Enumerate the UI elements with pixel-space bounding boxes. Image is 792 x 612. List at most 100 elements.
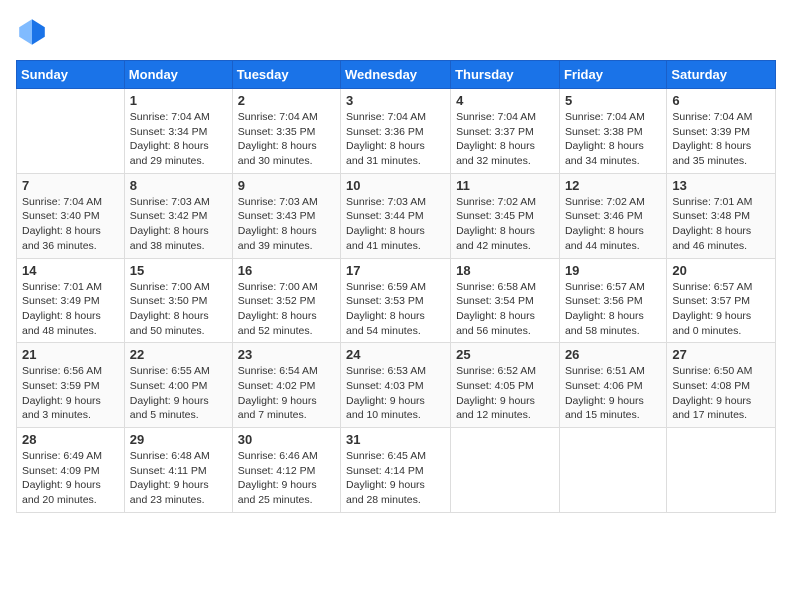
calendar-week-row: 1Sunrise: 7:04 AMSunset: 3:34 PMDaylight… <box>17 89 776 174</box>
weekday-header: Tuesday <box>232 61 340 89</box>
calendar-cell: 17 Sunrise: 6:59 AMSunset: 3:53 PMDayligh… <box>341 258 451 343</box>
day-number: 21 <box>22 347 119 362</box>
day-info: Sunrise: 7:00 AMSunset: 3:52 PMDaylight:… <box>238 280 335 339</box>
calendar-cell: 24 Sunrise: 6:53 AMSunset: 4:03 PMDayligh… <box>341 343 451 428</box>
calendar-header-row: SundayMondayTuesdayWednesdayThursdayFrid… <box>17 61 776 89</box>
calendar-cell: 11 Sunrise: 7:02 AMSunset: 3:45 PMDayligh… <box>451 173 560 258</box>
day-number: 13 <box>672 178 770 193</box>
day-number: 18 <box>456 263 554 278</box>
day-info: Sunrise: 6:55 AMSunset: 4:00 PMDaylight:… <box>130 364 227 423</box>
day-info: Sunrise: 6:54 AMSunset: 4:02 PMDaylight:… <box>238 364 335 423</box>
weekday-header: Thursday <box>451 61 560 89</box>
calendar-cell: 9 Sunrise: 7:03 AMSunset: 3:43 PMDaylight… <box>232 173 340 258</box>
calendar-cell: 4 Sunrise: 7:04 AMSunset: 3:37 PMDaylight… <box>451 89 560 174</box>
day-info: Sunrise: 7:00 AMSunset: 3:50 PMDaylight:… <box>130 280 227 339</box>
day-number: 24 <box>346 347 445 362</box>
day-info: Sunrise: 6:58 AMSunset: 3:54 PMDaylight:… <box>456 280 554 339</box>
day-info: Sunrise: 6:59 AMSunset: 3:53 PMDaylight:… <box>346 280 445 339</box>
calendar-cell: 29Sunrise: 6:48 AMSunset: 4:11 PMDayligh… <box>124 428 232 513</box>
calendar-cell <box>451 428 560 513</box>
calendar-cell <box>667 428 776 513</box>
calendar-cell: 23 Sunrise: 6:54 AMSunset: 4:02 PMDayligh… <box>232 343 340 428</box>
day-info: Sunrise: 7:03 AMSunset: 3:43 PMDaylight:… <box>238 195 335 254</box>
calendar-cell: 14 Sunrise: 7:01 AMSunset: 3:49 PMDayligh… <box>17 258 125 343</box>
day-info: Sunrise: 7:04 AMSunset: 3:40 PMDaylight:… <box>22 195 119 254</box>
calendar-cell <box>559 428 666 513</box>
day-number: 7 <box>22 178 119 193</box>
day-info: Sunrise: 7:01 AMSunset: 3:49 PMDaylight:… <box>22 280 119 339</box>
calendar-cell: 25Sunrise: 6:52 AMSunset: 4:05 PMDayligh… <box>451 343 560 428</box>
weekday-header: Saturday <box>667 61 776 89</box>
calendar-cell: 28Sunrise: 6:49 AMSunset: 4:09 PMDayligh… <box>17 428 125 513</box>
calendar-cell: 18 Sunrise: 6:58 AMSunset: 3:54 PMDayligh… <box>451 258 560 343</box>
page-header <box>16 16 776 48</box>
day-number: 1 <box>130 93 227 108</box>
day-number: 11 <box>456 178 554 193</box>
day-info: Sunrise: 7:01 AMSunset: 3:48 PMDaylight:… <box>672 195 770 254</box>
day-number: 9 <box>238 178 335 193</box>
day-info: Sunrise: 6:48 AMSunset: 4:11 PMDaylight:… <box>130 449 227 508</box>
day-info: Sunrise: 7:03 AMSunset: 3:44 PMDaylight:… <box>346 195 445 254</box>
day-info: Sunrise: 6:57 AMSunset: 3:56 PMDaylight:… <box>565 280 661 339</box>
calendar-cell: 19Sunrise: 6:57 AMSunset: 3:56 PMDayligh… <box>559 258 666 343</box>
day-info: Sunrise: 6:53 AMSunset: 4:03 PMDaylight:… <box>346 364 445 423</box>
day-number: 6 <box>672 93 770 108</box>
day-number: 17 <box>346 263 445 278</box>
calendar-cell: 22 Sunrise: 6:55 AMSunset: 4:00 PMDayligh… <box>124 343 232 428</box>
calendar-cell: 20 Sunrise: 6:57 AMSunset: 3:57 PMDayligh… <box>667 258 776 343</box>
day-info: Sunrise: 6:49 AMSunset: 4:09 PMDaylight:… <box>22 449 119 508</box>
day-number: 27 <box>672 347 770 362</box>
day-number: 16 <box>238 263 335 278</box>
calendar-cell: 26Sunrise: 6:51 AMSunset: 4:06 PMDayligh… <box>559 343 666 428</box>
weekday-header: Wednesday <box>341 61 451 89</box>
day-number: 20 <box>672 263 770 278</box>
calendar-cell: 31Sunrise: 6:45 AMSunset: 4:14 PMDayligh… <box>341 428 451 513</box>
calendar-cell: 1Sunrise: 7:04 AMSunset: 3:34 PMDaylight… <box>124 89 232 174</box>
calendar-cell: 21Sunrise: 6:56 AMSunset: 3:59 PMDayligh… <box>17 343 125 428</box>
day-number: 12 <box>565 178 661 193</box>
calendar-week-row: 21Sunrise: 6:56 AMSunset: 3:59 PMDayligh… <box>17 343 776 428</box>
day-number: 15 <box>130 263 227 278</box>
calendar-week-row: 14 Sunrise: 7:01 AMSunset: 3:49 PMDayligh… <box>17 258 776 343</box>
logo-icon <box>16 16 48 48</box>
day-number: 4 <box>456 93 554 108</box>
calendar-cell: 13 Sunrise: 7:01 AMSunset: 3:48 PMDayligh… <box>667 173 776 258</box>
day-info: Sunrise: 7:04 AMSunset: 3:35 PMDaylight:… <box>238 110 335 169</box>
calendar-cell: 27 Sunrise: 6:50 AMSunset: 4:08 PMDayligh… <box>667 343 776 428</box>
calendar-table: SundayMondayTuesdayWednesdayThursdayFrid… <box>16 60 776 513</box>
day-number: 22 <box>130 347 227 362</box>
day-number: 10 <box>346 178 445 193</box>
day-number: 3 <box>346 93 445 108</box>
day-info: Sunrise: 7:03 AMSunset: 3:42 PMDaylight:… <box>130 195 227 254</box>
calendar-week-row: 28Sunrise: 6:49 AMSunset: 4:09 PMDayligh… <box>17 428 776 513</box>
calendar-cell: 5 Sunrise: 7:04 AMSunset: 3:38 PMDaylight… <box>559 89 666 174</box>
day-info: Sunrise: 6:52 AMSunset: 4:05 PMDaylight:… <box>456 364 554 423</box>
day-number: 2 <box>238 93 335 108</box>
calendar-cell: 16 Sunrise: 7:00 AMSunset: 3:52 PMDayligh… <box>232 258 340 343</box>
calendar-cell: 15 Sunrise: 7:00 AMSunset: 3:50 PMDayligh… <box>124 258 232 343</box>
calendar-cell <box>17 89 125 174</box>
day-number: 14 <box>22 263 119 278</box>
calendar-cell: 2 Sunrise: 7:04 AMSunset: 3:35 PMDaylight… <box>232 89 340 174</box>
day-info: Sunrise: 7:02 AMSunset: 3:46 PMDaylight:… <box>565 195 661 254</box>
calendar-cell: 8 Sunrise: 7:03 AMSunset: 3:42 PMDaylight… <box>124 173 232 258</box>
day-info: Sunrise: 6:50 AMSunset: 4:08 PMDaylight:… <box>672 364 770 423</box>
day-info: Sunrise: 7:04 AMSunset: 3:39 PMDaylight:… <box>672 110 770 169</box>
day-info: Sunrise: 7:04 AMSunset: 3:38 PMDaylight:… <box>565 110 661 169</box>
calendar-week-row: 7 Sunrise: 7:04 AMSunset: 3:40 PMDaylight… <box>17 173 776 258</box>
day-number: 5 <box>565 93 661 108</box>
day-number: 31 <box>346 432 445 447</box>
day-number: 30 <box>238 432 335 447</box>
day-info: Sunrise: 7:04 AMSunset: 3:36 PMDaylight:… <box>346 110 445 169</box>
day-number: 23 <box>238 347 335 362</box>
day-number: 26 <box>565 347 661 362</box>
weekday-header: Sunday <box>17 61 125 89</box>
day-info: Sunrise: 6:57 AMSunset: 3:57 PMDaylight:… <box>672 280 770 339</box>
day-number: 8 <box>130 178 227 193</box>
calendar-cell: 3 Sunrise: 7:04 AMSunset: 3:36 PMDaylight… <box>341 89 451 174</box>
day-info: Sunrise: 7:02 AMSunset: 3:45 PMDaylight:… <box>456 195 554 254</box>
day-info: Sunrise: 7:04 AMSunset: 3:37 PMDaylight:… <box>456 110 554 169</box>
weekday-header: Friday <box>559 61 666 89</box>
logo <box>16 16 52 48</box>
day-info: Sunrise: 6:46 AMSunset: 4:12 PMDaylight:… <box>238 449 335 508</box>
